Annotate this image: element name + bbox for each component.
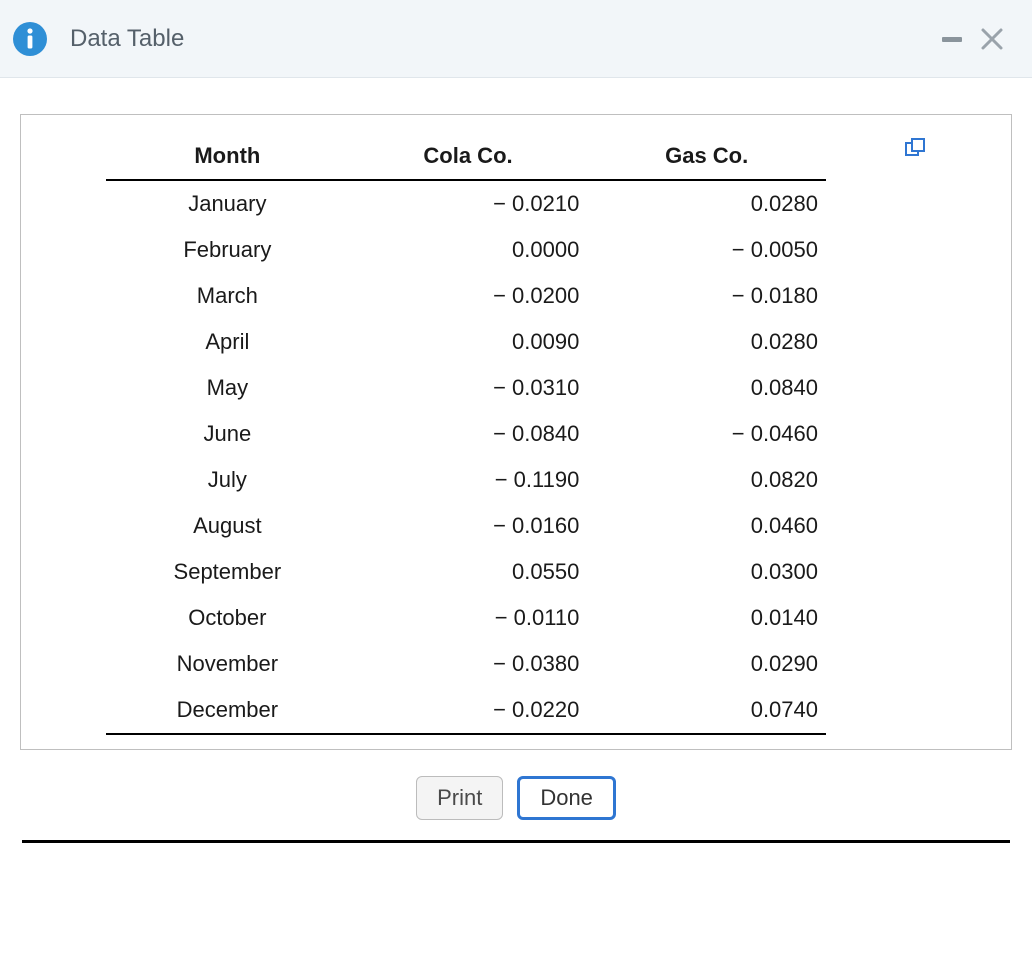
done-button[interactable]: Done (517, 776, 616, 820)
minimize-button[interactable] (932, 19, 972, 59)
cell-gas: 0.0300 (587, 549, 826, 595)
table-row: February0.0000− 0.0050 (106, 227, 826, 273)
cell-gas: 0.0290 (587, 641, 826, 687)
cell-cola: − 0.0310 (349, 365, 588, 411)
copy-table-icon[interactable] (904, 137, 926, 164)
cell-month: January (106, 180, 349, 227)
cell-month: June (106, 411, 349, 457)
cell-cola: − 0.0160 (349, 503, 588, 549)
cell-month: December (106, 687, 349, 734)
cell-cola: − 0.0110 (349, 595, 588, 641)
table-row: January− 0.02100.0280 (106, 180, 826, 227)
cell-month: September (106, 549, 349, 595)
cell-cola: − 0.0210 (349, 180, 588, 227)
table-container: Month Cola Co. Gas Co. January− 0.02100.… (20, 114, 1012, 750)
cell-gas: 0.0820 (587, 457, 826, 503)
table-row: June− 0.0840− 0.0460 (106, 411, 826, 457)
dialog-footer: Print Done (20, 750, 1012, 836)
col-header-cola: Cola Co. (349, 133, 588, 180)
cell-gas: − 0.0180 (587, 273, 826, 319)
cell-cola: 0.0000 (349, 227, 588, 273)
cell-gas: − 0.0460 (587, 411, 826, 457)
cell-month: October (106, 595, 349, 641)
title-bar: Data Table (0, 0, 1032, 78)
cell-month: November (106, 641, 349, 687)
cell-month: April (106, 319, 349, 365)
cell-month: May (106, 365, 349, 411)
table-row: December− 0.02200.0740 (106, 687, 826, 734)
table-row: March− 0.0200− 0.0180 (106, 273, 826, 319)
cell-gas: 0.0280 (587, 180, 826, 227)
cell-gas: 0.0140 (587, 595, 826, 641)
cell-month: July (106, 457, 349, 503)
cell-cola: 0.0090 (349, 319, 588, 365)
table-row: November− 0.03800.0290 (106, 641, 826, 687)
cell-gas: 0.0740 (587, 687, 826, 734)
cell-cola: − 0.1190 (349, 457, 588, 503)
cell-cola: − 0.0200 (349, 273, 588, 319)
cell-cola: − 0.0840 (349, 411, 588, 457)
print-button[interactable]: Print (416, 776, 503, 820)
info-icon (8, 17, 52, 61)
data-table: Month Cola Co. Gas Co. January− 0.02100.… (106, 133, 826, 735)
dialog-title: Data Table (70, 25, 184, 53)
cell-gas: − 0.0050 (587, 227, 826, 273)
cell-month: March (106, 273, 349, 319)
cell-cola: − 0.0380 (349, 641, 588, 687)
cell-cola: − 0.0220 (349, 687, 588, 734)
table-row: October− 0.01100.0140 (106, 595, 826, 641)
cell-gas: 0.0460 (587, 503, 826, 549)
table-row: July− 0.11900.0820 (106, 457, 826, 503)
page-divider (22, 840, 1010, 843)
table-row: May− 0.03100.0840 (106, 365, 826, 411)
table-row: August− 0.01600.0460 (106, 503, 826, 549)
cell-gas: 0.0280 (587, 319, 826, 365)
col-header-month: Month (106, 133, 349, 180)
cell-month: August (106, 503, 349, 549)
cell-month: February (106, 227, 349, 273)
cell-gas: 0.0840 (587, 365, 826, 411)
col-header-gas: Gas Co. (587, 133, 826, 180)
close-button[interactable] (972, 19, 1012, 59)
cell-cola: 0.0550 (349, 549, 588, 595)
table-row: September0.05500.0300 (106, 549, 826, 595)
table-row: April0.00900.0280 (106, 319, 826, 365)
